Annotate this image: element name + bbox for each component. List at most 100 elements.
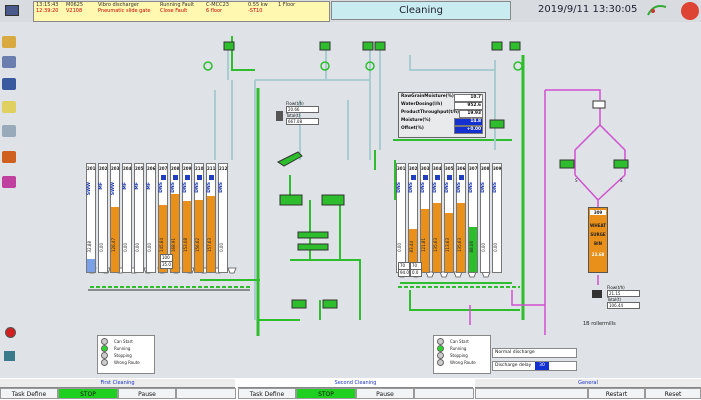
- status-legend-right: Can Start Running Stopping Wrong Route: [433, 335, 491, 374]
- wheat-surge-bin[interactable]: 309 WHEAT SURGE BIN 23.68: [588, 207, 608, 273]
- task-define-button[interactable]: Task Define: [238, 388, 296, 399]
- silo[interactable]: 203 SWW 126.47: [110, 163, 120, 273]
- legend-label: Stopping: [450, 352, 468, 358]
- restart-button[interactable]: Restart: [588, 388, 645, 399]
- legend-item: Wrong Route: [437, 358, 490, 366]
- silo-grain-class: MF: [123, 182, 128, 190]
- silo[interactable]: 307 DNS 88.06: [468, 163, 478, 273]
- silo[interactable]: 303 DNS 121.81: [420, 163, 430, 273]
- blank-button[interactable]: [414, 388, 474, 399]
- pause-button[interactable]: Pause: [118, 388, 176, 399]
- flow-value: 21.15: [607, 290, 640, 297]
- silo[interactable]: 309 DNS 0.00: [492, 163, 502, 273]
- reset-button[interactable]: Reset: [645, 388, 701, 399]
- status-dot-icon: [437, 358, 444, 366]
- normal-discharge-button[interactable]: Normal discharge: [492, 348, 577, 358]
- info-row: WaterDosing(l/h) 952.6: [399, 101, 485, 110]
- discharge-panel: Normal discharge Discharge delay 30: [492, 348, 577, 372]
- silo-value: 0.00: [481, 243, 486, 252]
- legend-item: Stopping: [437, 351, 490, 359]
- silo-grain-class: DNS: [183, 182, 188, 193]
- silo-number: 307: [469, 166, 478, 171]
- pause-button[interactable]: Pause: [356, 388, 414, 399]
- stop-button[interactable]: STOP: [58, 388, 118, 399]
- status-dot-icon: [101, 351, 108, 359]
- silo[interactable]: 308 DNS 0.00: [480, 163, 490, 273]
- silo-indicator-icon: [435, 175, 440, 180]
- info-label: Offset(%): [401, 126, 424, 131]
- silo-number: 203: [111, 166, 120, 171]
- silo-grain-class: SWW: [87, 182, 92, 196]
- silo[interactable]: 201 SWW 32.88: [86, 163, 96, 273]
- status-dot-icon: [101, 344, 108, 352]
- silo-number: 202: [99, 166, 108, 171]
- silo-grain-class: DNS: [219, 182, 224, 193]
- silo-value: 0.00: [123, 243, 128, 252]
- silo[interactable]: 302 DNS 83.44: [408, 163, 418, 273]
- svg-text:S: S: [620, 178, 623, 183]
- blank-button[interactable]: [176, 388, 236, 399]
- moisture-input[interactable]: 14.8: [454, 118, 483, 126]
- info-row: RawGrainMoisture(%) 10.7: [399, 93, 485, 102]
- bin-label: SURGE: [590, 232, 606, 237]
- silo[interactable]: 301 DNS 0.00: [396, 163, 406, 273]
- silo-number: 306: [457, 166, 466, 171]
- info-row: Offset(%) +0.00: [399, 125, 485, 134]
- silo[interactable]: 204 MF 0.00: [122, 163, 132, 273]
- section-first-cleaning: First Cleaning: [0, 379, 235, 388]
- blank-button[interactable]: [475, 388, 588, 399]
- silo[interactable]: 206 MF 0.00: [146, 163, 156, 273]
- silo-grain-class: SWW: [111, 182, 116, 196]
- silo[interactable]: 211 DNS 157.63: [206, 163, 216, 273]
- silo-number: 204: [123, 166, 132, 171]
- silo[interactable]: 209 DNS 153.08: [182, 163, 192, 273]
- silo-number: 304: [433, 166, 442, 171]
- silo-grain-class: DNS: [469, 182, 474, 193]
- silo-number: 205: [135, 166, 144, 171]
- silo-grain-class: DNS: [159, 182, 164, 193]
- silo-grain-class: DNS: [171, 182, 176, 193]
- silo-grain-class: DNS: [207, 182, 212, 193]
- silo[interactable]: 304 DNS 135.63: [432, 163, 442, 273]
- silo-value: 156.62: [195, 238, 200, 252]
- silo-grain-class: MF: [135, 182, 140, 190]
- silo-level-fill: [183, 200, 191, 272]
- silo-value: 0.00: [397, 243, 402, 252]
- silo-number: 211: [207, 166, 216, 171]
- silo-number: 309: [493, 166, 502, 171]
- task-define-button[interactable]: Task Define: [0, 388, 58, 399]
- offset-input[interactable]: +0.00: [454, 126, 483, 134]
- legend-item: Can Start: [101, 337, 154, 345]
- silo-number: 210: [195, 166, 204, 171]
- status-dot-icon: [101, 358, 108, 366]
- silo[interactable]: 210 DNS 156.62: [194, 163, 204, 273]
- silo[interactable]: 212 DNS 0.00: [218, 163, 228, 273]
- silo[interactable]: 306 DNS 135.63: [456, 163, 466, 273]
- status-dot-icon: [437, 337, 444, 345]
- silo-value: 32.88: [87, 240, 92, 252]
- status-dot-icon: [437, 351, 444, 359]
- discharge-delay-input[interactable]: 30: [535, 362, 549, 370]
- stop-button[interactable]: STOP: [296, 388, 356, 399]
- flow-value: 20.66: [286, 106, 319, 113]
- silo-value: 135.63: [457, 238, 462, 252]
- legend-label: Can Start: [450, 338, 469, 344]
- silo-value: 88.06: [469, 240, 474, 252]
- legend-label: Wrong Route: [114, 359, 140, 365]
- silo[interactable]: 305 DNS 113.63: [444, 163, 454, 273]
- silo-value: 135.63: [433, 238, 438, 252]
- silo-level-fill: [207, 196, 215, 272]
- silo-number: 206: [147, 166, 156, 171]
- scale-icon: [276, 111, 283, 121]
- legend-label: Running: [114, 345, 131, 351]
- silo-grain-class: DNS: [457, 182, 462, 193]
- bin-value: 23.68: [591, 252, 605, 257]
- legend-item: Wrong Route: [101, 358, 154, 366]
- info-label: Moisture(%): [401, 118, 431, 123]
- silo-value: 157.63: [207, 238, 212, 252]
- legend-item: Running: [101, 344, 154, 352]
- silo[interactable]: 202 MF 0.00: [98, 163, 108, 273]
- info-row: ProductThroughput(t/h) 19.93: [399, 109, 485, 118]
- silo[interactable]: 205 MF 0.00: [134, 163, 144, 273]
- legend-item: Stopping: [101, 351, 154, 359]
